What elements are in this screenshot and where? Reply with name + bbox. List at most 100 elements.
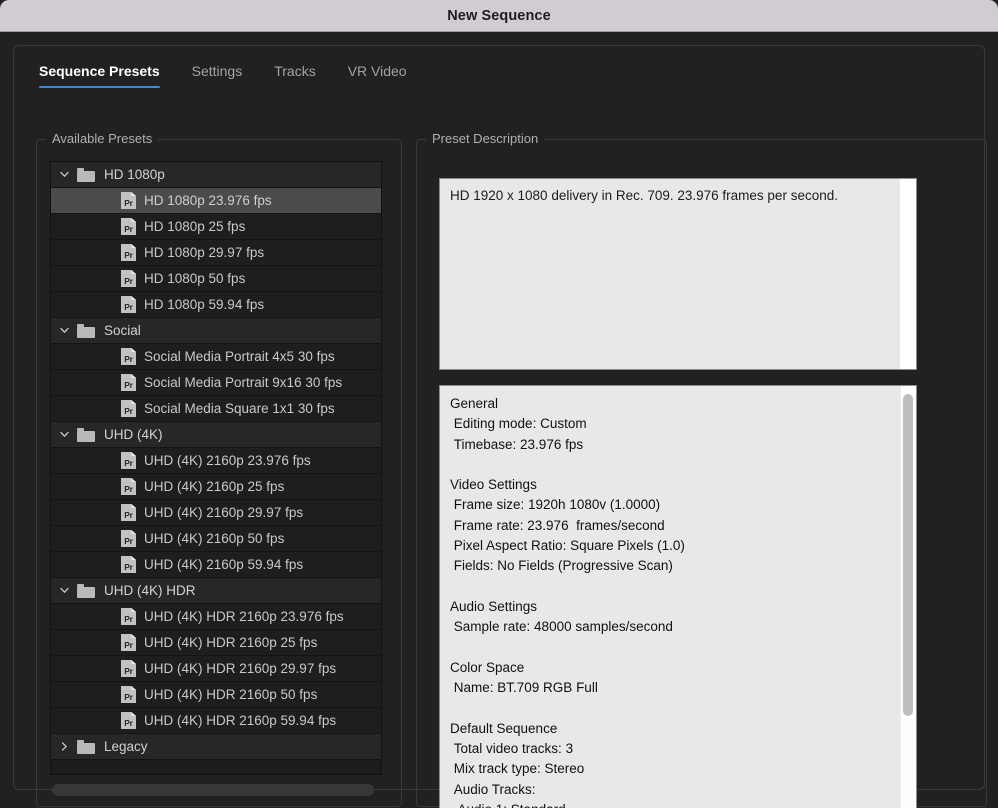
tab-tracks-label: Tracks — [274, 63, 316, 79]
premiere-preset-icon: Pr — [121, 452, 136, 469]
tree-folder-row[interactable]: Social — [51, 318, 381, 344]
tree-row-label: UHD (4K) HDR 2160p 25 fps — [144, 635, 318, 650]
premiere-preset-icon: Pr — [121, 244, 136, 261]
tree-preset-row[interactable]: Pr HD 1080p 23.976 fps — [51, 188, 381, 214]
tab-vr-video-label: VR Video — [347, 63, 407, 79]
premiere-preset-icon: Pr — [121, 504, 136, 521]
tree-preset-row[interactable]: Pr Social Media Square 1x1 30 fps — [51, 396, 381, 422]
detail-line: Fields: No Fields (Progressive Scan) — [450, 558, 673, 574]
tree-preset-row[interactable]: Pr UHD (4K) HDR 2160p 50 fps — [51, 682, 381, 708]
detail-line: Name: BT.709 RGB Full — [450, 680, 598, 696]
tree-row-label: UHD (4K) 2160p 25 fps — [144, 479, 285, 494]
folder-icon — [77, 583, 95, 598]
preset-description-group: Preset Description HD 1920 x 1080 delive… — [416, 131, 987, 808]
tree-preset-row[interactable]: Pr UHD (4K) 2160p 50 fps — [51, 526, 381, 552]
premiere-preset-icon: Pr — [121, 374, 136, 391]
tree-row-label: UHD (4K) HDR 2160p 50 fps — [144, 687, 318, 702]
premiere-preset-icon: Pr — [121, 712, 136, 729]
tree-preset-row[interactable]: Pr UHD (4K) HDR 2160p 29.97 fps — [51, 656, 381, 682]
folder-icon — [77, 739, 95, 754]
preset-tree-hscrollbar-thumb[interactable] — [52, 784, 374, 796]
tree-preset-row[interactable]: Pr HD 1080p 50 fps — [51, 266, 381, 292]
premiere-preset-icon: Pr — [121, 270, 136, 287]
preset-description-legend: Preset Description — [426, 131, 545, 146]
chevron-down-icon[interactable] — [51, 587, 77, 594]
tree-row-label: HD 1080p 50 fps — [144, 271, 246, 286]
window-title: New Sequence — [447, 7, 551, 24]
new-sequence-dialog: New Sequence Sequence Presets Settings T… — [0, 0, 998, 808]
preset-description-scrollbar[interactable] — [900, 179, 916, 369]
detail-line: Audio 1: Standard — [450, 800, 906, 808]
premiere-preset-icon: Pr — [121, 192, 136, 209]
detail-line: Frame rate: 23.976 frames/second — [450, 517, 665, 533]
tree-row-label: UHD (4K) 2160p 59.94 fps — [144, 557, 304, 572]
tree-preset-row[interactable]: Pr UHD (4K) 2160p 59.94 fps — [51, 552, 381, 578]
tab-bar: Sequence Presets Settings Tracks VR Vide… — [14, 60, 423, 94]
tab-tracks[interactable]: Tracks — [258, 60, 331, 90]
tree-row-label: HD 1080p 29.97 fps — [144, 245, 265, 260]
tree-preset-row[interactable]: Pr HD 1080p 25 fps — [51, 214, 381, 240]
preset-details-scrollbar-thumb[interactable] — [903, 394, 913, 716]
detail-blank-line — [450, 577, 906, 597]
chevron-down-icon[interactable] — [51, 431, 77, 438]
tree-row-label: Social Media Portrait 9x16 30 fps — [144, 375, 343, 390]
detail-line: Frame size: 1920h 1080v (1.0000) — [450, 497, 661, 513]
tree-folder-row[interactable]: Legacy — [51, 734, 381, 760]
tree-preset-row[interactable]: Pr HD 1080p 59.94 fps — [51, 292, 381, 318]
tab-sequence-presets-label: Sequence Presets — [39, 63, 160, 79]
tree-row-label: UHD (4K) HDR — [104, 583, 196, 598]
chevron-down-icon[interactable] — [51, 171, 77, 178]
premiere-preset-icon: Pr — [121, 686, 136, 703]
available-presets-group: Available Presets HD 1080p Pr HD 1080p 23.… — [36, 131, 402, 807]
tree-row-label: Social Media Square 1x1 30 fps — [144, 401, 335, 416]
detail-line: Video Settings — [450, 477, 537, 493]
tree-preset-row[interactable]: Pr UHD (4K) HDR 2160p 25 fps — [51, 630, 381, 656]
tree-row-label: UHD (4K) — [104, 427, 163, 442]
chevron-right-icon[interactable] — [51, 742, 77, 751]
tree-preset-row[interactable]: Pr UHD (4K) 2160p 25 fps — [51, 474, 381, 500]
preset-details-text: General Editing mode: Custom Timebase: 2… — [440, 386, 916, 808]
tree-row-label: UHD (4K) 2160p 23.976 fps — [144, 453, 311, 468]
detail-line: Timebase: 23.976 fps — [450, 436, 584, 452]
tree-row-label: Legacy — [104, 739, 148, 754]
premiere-preset-icon: Pr — [121, 296, 136, 313]
tree-preset-row[interactable]: Pr UHD (4K) 2160p 29.97 fps — [51, 500, 381, 526]
tree-row-label: Social Media Portrait 4x5 30 fps — [144, 349, 335, 364]
tree-preset-row[interactable]: Pr Social Media Portrait 4x5 30 fps — [51, 344, 381, 370]
preset-details-box: General Editing mode: Custom Timebase: 2… — [439, 385, 917, 808]
preset-description-text: HD 1920 x 1080 delivery in Rec. 709. 23.… — [450, 188, 838, 203]
tree-preset-row[interactable]: Pr UHD (4K) HDR 2160p 59.94 fps — [51, 708, 381, 734]
detail-line: General — [450, 396, 499, 411]
detail-line: Total video tracks: 3 — [450, 741, 574, 757]
premiere-preset-icon: Pr — [121, 478, 136, 495]
tree-preset-row[interactable]: Pr HD 1080p 29.97 fps — [51, 240, 381, 266]
detail-line: Mix track type: Stereo — [450, 761, 585, 777]
tree-row-label: HD 1080p 59.94 fps — [144, 297, 265, 312]
tree-preset-row[interactable]: Pr UHD (4K) HDR 2160p 23.976 fps — [51, 604, 381, 630]
tab-settings[interactable]: Settings — [176, 60, 259, 90]
tree-preset-row[interactable]: Pr UHD (4K) 2160p 23.976 fps — [51, 448, 381, 474]
tree-row-label: UHD (4K) 2160p 50 fps — [144, 531, 285, 546]
tab-sequence-presets[interactable]: Sequence Presets — [14, 60, 176, 90]
chevron-down-icon[interactable] — [51, 327, 77, 334]
preset-description-box: HD 1920 x 1080 delivery in Rec. 709. 23.… — [439, 178, 917, 370]
detail-line: Audio Tracks: — [450, 781, 536, 797]
premiere-preset-icon: Pr — [121, 218, 136, 235]
detail-blank-line — [450, 455, 906, 475]
preset-tree-hscrollbar[interactable] — [50, 781, 382, 799]
detail-line: Audio Settings — [450, 598, 538, 614]
premiere-preset-icon: Pr — [121, 530, 136, 547]
preset-tree[interactable]: HD 1080p Pr HD 1080p 23.976 fps Pr HD 1080p … — [50, 161, 382, 775]
tree-folder-row[interactable]: HD 1080p — [51, 162, 381, 188]
premiere-preset-icon: Pr — [121, 608, 136, 625]
tree-row-label: UHD (4K) 2160p 29.97 fps — [144, 505, 304, 520]
tree-row-label: UHD (4K) HDR 2160p 29.97 fps — [144, 661, 337, 676]
tree-folder-row[interactable]: UHD (4K) — [51, 422, 381, 448]
tree-preset-row[interactable]: Pr Social Media Portrait 9x16 30 fps — [51, 370, 381, 396]
premiere-preset-icon: Pr — [121, 634, 136, 651]
tree-folder-row[interactable]: UHD (4K) HDR — [51, 578, 381, 604]
tree-row-label: UHD (4K) HDR 2160p 59.94 fps — [144, 713, 337, 728]
tree-row-label: HD 1080p 25 fps — [144, 219, 246, 234]
preset-details-scrollbar[interactable] — [900, 386, 916, 808]
tab-vr-video[interactable]: VR Video — [332, 60, 423, 90]
